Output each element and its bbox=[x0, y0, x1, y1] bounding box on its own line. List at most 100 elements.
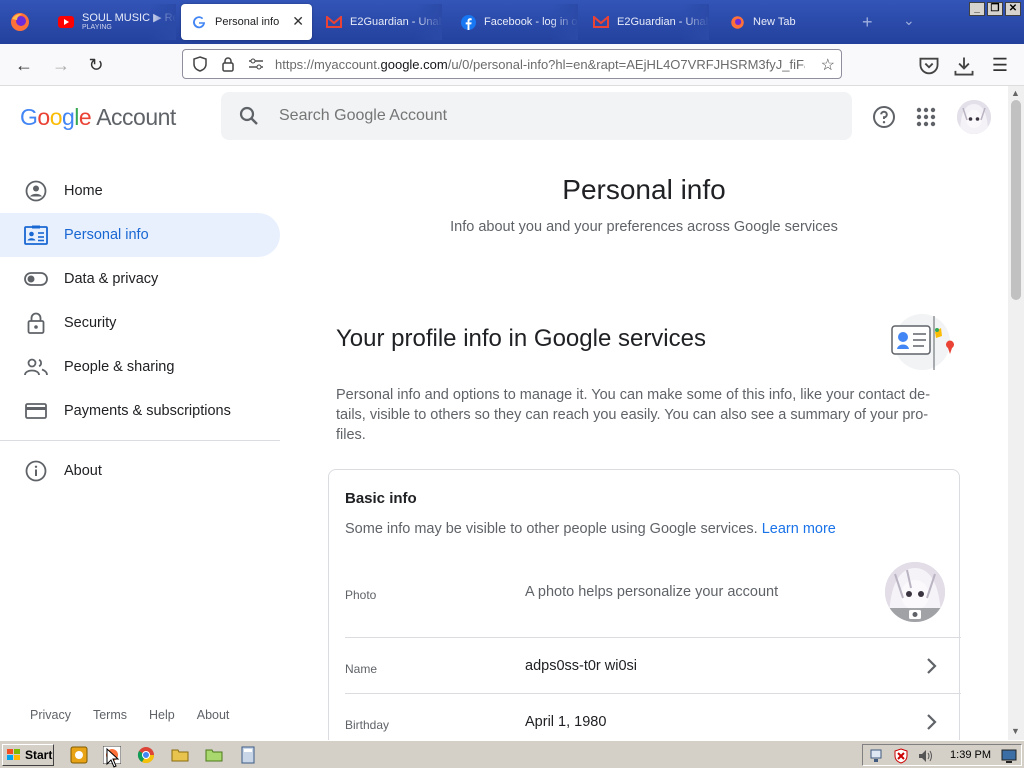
sidebar-nav: Home Personal info Data & privacy Securi… bbox=[0, 150, 280, 740]
chrome-icon[interactable] bbox=[137, 746, 155, 764]
calculator-icon[interactable] bbox=[239, 746, 257, 764]
row-value: April 1, 1980 bbox=[525, 714, 607, 730]
site-permissions-icon[interactable] bbox=[247, 55, 265, 73]
minimize-button[interactable]: _ bbox=[969, 2, 985, 16]
google-account-logo[interactable]: Google Account bbox=[20, 104, 176, 131]
card-title: Basic info bbox=[345, 490, 417, 507]
folder-icon[interactable] bbox=[171, 746, 189, 764]
sidebar-item-label: Data & privacy bbox=[64, 271, 159, 287]
sidebar-item-label: Personal info bbox=[64, 227, 149, 243]
gmail-icon bbox=[326, 14, 342, 30]
sidebar-item-data-privacy[interactable]: Data & privacy bbox=[0, 257, 280, 301]
card-description: Some info may be visible to other people… bbox=[345, 521, 836, 537]
row-value: adps0ss-t0r wi0si bbox=[525, 658, 638, 674]
sidebar-item-personal-info[interactable]: Personal info bbox=[0, 213, 280, 257]
network-icon[interactable] bbox=[869, 748, 885, 764]
scroll-down-arrow-icon[interactable]: ▼ bbox=[1011, 726, 1020, 736]
security-alert-icon[interactable] bbox=[893, 748, 909, 764]
facebook-icon bbox=[460, 14, 476, 30]
sidebar-item-label: People & sharing bbox=[64, 359, 175, 375]
sidebar-divider bbox=[0, 440, 280, 441]
media-player-icon[interactable] bbox=[70, 746, 88, 764]
profile-photo-avatar[interactable] bbox=[885, 562, 945, 622]
tab-e2guardian-2[interactable]: E2Guardian - Unab bbox=[583, 4, 709, 40]
people-icon bbox=[24, 355, 48, 379]
google-icon bbox=[191, 14, 207, 30]
sidebar-item-people-sharing[interactable]: People & sharing bbox=[0, 345, 280, 389]
new-tab-plus-icon[interactable]: + bbox=[862, 12, 873, 33]
apps-grid-icon[interactable] bbox=[914, 105, 938, 129]
learn-more-link[interactable]: Learn more bbox=[762, 521, 836, 537]
bookmark-star-icon[interactable]: ☆ bbox=[821, 55, 835, 75]
lock-icon bbox=[24, 311, 48, 335]
sidebar-item-label: About bbox=[64, 463, 102, 479]
browser-navigation-bar: ← → ↻ https://myaccount.google.com/u/0/p… bbox=[0, 44, 1024, 86]
downloads-icon[interactable] bbox=[953, 55, 975, 77]
start-label: Start bbox=[25, 748, 53, 762]
reload-icon[interactable]: ↻ bbox=[85, 54, 107, 76]
birthday-row[interactable]: Birthday April 1, 1980 bbox=[345, 694, 961, 740]
tab-soul-music[interactable]: SOUL MUSIC ▶ Re PLAYING bbox=[48, 4, 176, 40]
close-window-button[interactable]: ✕ bbox=[1005, 2, 1021, 16]
explorer-icon[interactable] bbox=[205, 746, 223, 764]
taskbar-clock[interactable]: 1:39 PM bbox=[950, 749, 991, 761]
footer-link-terms[interactable]: Terms bbox=[93, 708, 127, 722]
page-subtitle: Info about you and your preferences acro… bbox=[450, 219, 838, 235]
list-all-tabs-chevron-icon[interactable]: ⌄ bbox=[903, 12, 915, 29]
window-controls: _ ❐ ✕ bbox=[969, 2, 1021, 16]
search-box[interactable] bbox=[221, 92, 852, 140]
youtube-icon bbox=[58, 14, 74, 30]
close-tab-icon[interactable]: ✕ bbox=[292, 13, 304, 30]
chevron-right-icon bbox=[927, 658, 937, 674]
footer-link-help[interactable]: Help bbox=[149, 708, 175, 722]
search-input[interactable] bbox=[279, 107, 819, 125]
sidebar-item-payments[interactable]: Payments & subscriptions bbox=[0, 389, 280, 433]
pocket-icon[interactable] bbox=[918, 55, 940, 77]
sidebar-item-label: Security bbox=[64, 315, 117, 331]
scroll-up-arrow-icon[interactable]: ▲ bbox=[1011, 88, 1020, 98]
help-icon[interactable] bbox=[872, 105, 896, 129]
forward-arrow-icon[interactable]: → bbox=[50, 54, 72, 76]
scrollbar-thumb[interactable] bbox=[1011, 100, 1021, 300]
footer-link-privacy[interactable]: Privacy bbox=[30, 708, 71, 722]
sidebar-item-about[interactable]: About bbox=[0, 449, 280, 493]
url-text[interactable]: https://myaccount.google.com/u/0/persona… bbox=[275, 57, 805, 72]
mouse-cursor-icon bbox=[106, 748, 120, 768]
tab-personal-info[interactable]: Personal info ✕ bbox=[181, 4, 312, 40]
back-arrow-icon[interactable]: ← bbox=[13, 54, 35, 76]
basic-info-card: Basic info Some info may be visible to o… bbox=[328, 469, 961, 740]
sidebar-item-label: Home bbox=[64, 183, 103, 199]
restore-button[interactable]: ❐ bbox=[987, 2, 1003, 16]
sidebar-item-security[interactable]: Security bbox=[0, 301, 280, 345]
shield-icon[interactable] bbox=[191, 55, 209, 73]
tab-e2guardian-1[interactable]: E2Guardian - Unab bbox=[316, 4, 442, 40]
toggle-icon bbox=[24, 267, 48, 291]
section-description: Personal info and options to manage it. … bbox=[336, 387, 931, 443]
sidebar-item-home[interactable]: Home bbox=[0, 169, 280, 213]
row-value: A photo helps personalize your account bbox=[525, 584, 779, 600]
main-content: Personal info Info about you and your pr… bbox=[280, 150, 1008, 740]
firefox-icon bbox=[729, 14, 745, 30]
google-wordmark: Google bbox=[20, 104, 92, 130]
start-button[interactable]: Start bbox=[2, 744, 54, 766]
footer-link-about[interactable]: About bbox=[197, 708, 230, 722]
page-title: Personal info bbox=[562, 174, 726, 205]
address-bar[interactable]: https://myaccount.google.com/u/0/persona… bbox=[182, 49, 842, 79]
account-avatar[interactable] bbox=[957, 100, 991, 134]
show-desktop-icon[interactable] bbox=[1001, 748, 1017, 764]
tab-facebook[interactable]: Facebook - log in o bbox=[450, 4, 578, 40]
hamburger-menu-icon[interactable]: ☰ bbox=[989, 54, 1011, 76]
tab-new-tab[interactable]: New Tab bbox=[719, 4, 845, 40]
tab-title: New Tab bbox=[753, 16, 796, 28]
system-tray: 1:39 PM bbox=[862, 744, 1022, 766]
name-row[interactable]: Name adps0ss-t0r wi0si bbox=[345, 638, 961, 694]
page-scrollbar[interactable]: ▲ ▼ bbox=[1008, 86, 1024, 740]
chevron-right-icon bbox=[927, 714, 937, 730]
google-account-header: Google Account bbox=[0, 86, 1008, 150]
windows-taskbar: Start 1:39 PM bbox=[0, 740, 1024, 768]
firefox-menu-icon[interactable] bbox=[8, 10, 32, 34]
volume-icon[interactable] bbox=[917, 748, 933, 764]
photo-row[interactable]: Photo A photo helps personalize your acc… bbox=[345, 552, 961, 638]
row-label: Name bbox=[345, 662, 378, 676]
lock-icon[interactable] bbox=[219, 55, 237, 73]
